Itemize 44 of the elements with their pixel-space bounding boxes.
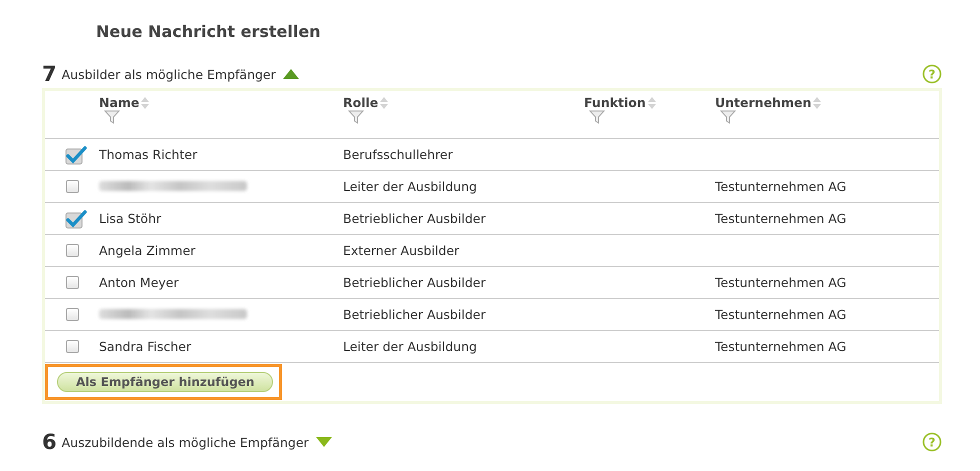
- table-cell: Testunternehmen AG: [715, 339, 846, 354]
- column-header[interactable]: Name: [99, 95, 140, 110]
- section-count: 7: [42, 62, 57, 86]
- table-cell: Angela Zimmer: [99, 243, 196, 258]
- expand-arrow-icon[interactable]: [316, 437, 332, 447]
- section-label: Auszubildende als mögliche Empfänger: [62, 434, 309, 450]
- filter-icon[interactable]: [104, 110, 120, 124]
- checkbox[interactable]: [66, 180, 78, 193]
- collapse-arrow-icon[interactable]: [282, 69, 299, 79]
- sort-icon[interactable]: [379, 96, 390, 110]
- checkbox[interactable]: [66, 276, 78, 289]
- section-label: Ausbilder als mögliche Empfänger: [62, 66, 276, 82]
- sort-icon[interactable]: [646, 96, 657, 110]
- add-recipients-button[interactable]: Als Empfänger hinzufügen: [57, 372, 274, 392]
- checkbox[interactable]: [66, 244, 78, 257]
- checkbox[interactable]: [66, 340, 78, 353]
- sort-icon[interactable]: [812, 96, 822, 110]
- table-cell: Betrieblicher Ausbilder: [343, 275, 486, 290]
- table-cell: Sandra Fischer: [99, 339, 192, 354]
- table-cell: Testunternehmen AG: [715, 179, 846, 194]
- filter-icon[interactable]: [348, 110, 364, 124]
- table-cell: Testunternehmen AG: [715, 307, 846, 322]
- checkbox[interactable]: [65, 208, 87, 228]
- table-cell: Lisa Stöhr: [99, 211, 162, 226]
- table-cell: Anton Meyer: [99, 275, 179, 290]
- table-cell: Leiter der Ausbildung: [343, 179, 477, 194]
- table-cell: Externer Ausbilder: [343, 243, 460, 258]
- table-cell: Berufsschullehrer: [343, 147, 453, 162]
- table-cell: Leiter der Ausbildung: [343, 339, 477, 354]
- table-cell: Testunternehmen AG: [715, 211, 846, 226]
- sort-icon[interactable]: [140, 96, 150, 110]
- section-count: 6: [42, 430, 57, 454]
- column-header[interactable]: Rolle: [343, 95, 378, 110]
- column-header[interactable]: Unternehmen: [715, 95, 812, 110]
- table-cell: Betrieblicher Ausbilder: [343, 211, 486, 226]
- table-cell: Betrieblicher Ausbilder: [343, 307, 486, 322]
- column-header[interactable]: Funktion: [584, 95, 646, 110]
- checkbox[interactable]: [66, 308, 78, 321]
- checkbox[interactable]: [65, 144, 87, 164]
- table-cell: Testunternehmen AG: [715, 275, 846, 290]
- page-title: Neue Nachricht erstellen: [96, 22, 322, 43]
- table-cell: Thomas Richter: [99, 147, 198, 162]
- filter-icon[interactable]: [589, 110, 605, 124]
- filter-icon[interactable]: [720, 110, 736, 124]
